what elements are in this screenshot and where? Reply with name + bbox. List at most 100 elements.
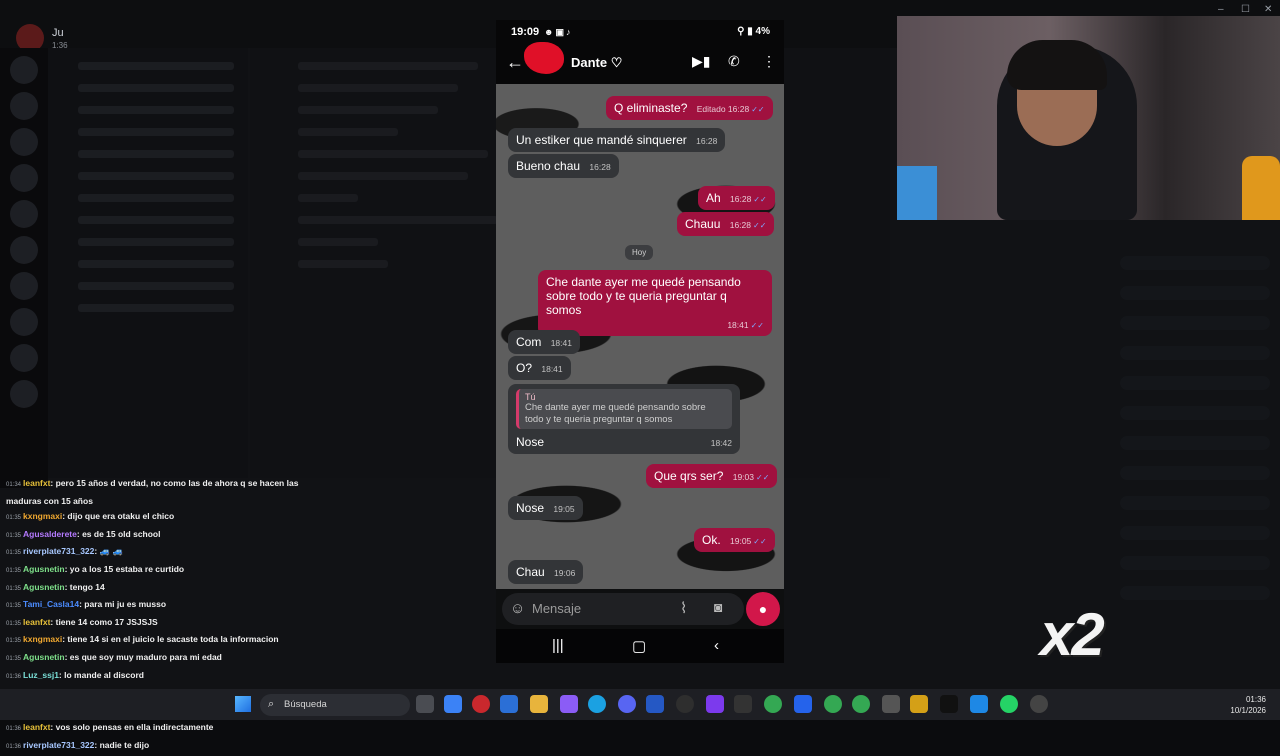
message-bubble-in[interactable]: Un estiker que mandé sinquerer 16:28 xyxy=(508,128,726,152)
chat-username[interactable]: riverplate731_322 xyxy=(23,740,94,750)
member-item[interactable] xyxy=(1120,256,1270,270)
member-item[interactable] xyxy=(1120,556,1270,570)
windows-start-icon[interactable] xyxy=(235,696,251,712)
emoji-icon[interactable]: ☺ xyxy=(510,600,525,617)
obs-icon[interactable] xyxy=(1030,695,1048,713)
channel-item[interactable] xyxy=(78,172,234,180)
app-icon[interactable] xyxy=(910,695,928,713)
minimize-icon[interactable]: – xyxy=(1218,4,1224,15)
chat-username[interactable]: kxngmaxi xyxy=(23,634,62,644)
channel-item[interactable] xyxy=(78,216,234,224)
chat-username[interactable]: leanfxt xyxy=(23,722,50,732)
app-icon[interactable] xyxy=(646,695,664,713)
chat-username[interactable]: Luz_ssj1 xyxy=(23,670,59,680)
chat-username[interactable]: leanfxt xyxy=(23,478,50,488)
server-icon[interactable] xyxy=(10,92,38,120)
back-arrow-icon[interactable]: ← xyxy=(506,52,524,73)
edge-icon[interactable] xyxy=(588,695,606,713)
more-options-icon[interactable]: ⋮ xyxy=(762,53,776,70)
notepad-icon[interactable] xyxy=(794,695,812,713)
channel-item[interactable] xyxy=(78,282,234,290)
home-icon[interactable]: ▢ xyxy=(632,637,646,655)
message-input[interactable]: ☺ Mensaje ⌇ ◙ xyxy=(502,593,744,625)
channel-item[interactable] xyxy=(78,128,234,136)
member-item[interactable] xyxy=(1120,286,1270,300)
message-bubble-out[interactable]: Ok. 19:05 ✓✓ xyxy=(694,528,775,552)
member-item[interactable] xyxy=(1120,466,1270,480)
message-bubble-in[interactable]: O? 18:41 xyxy=(508,356,571,380)
server-icon[interactable] xyxy=(10,272,38,300)
channel-item[interactable] xyxy=(78,194,234,202)
contact-avatar[interactable] xyxy=(524,42,564,74)
chat-username[interactable]: kxngmaxi xyxy=(23,511,62,521)
capcut-icon[interactable] xyxy=(676,695,694,713)
video-call-icon[interactable]: ▶︎▮ xyxy=(692,53,710,70)
opera-icon[interactable] xyxy=(472,695,490,713)
chrome-icon[interactable] xyxy=(764,695,782,713)
chat-username[interactable]: Agusnetin xyxy=(23,564,65,574)
server-icon[interactable] xyxy=(10,128,38,156)
server-icon[interactable] xyxy=(10,200,38,228)
file-explorer-icon[interactable] xyxy=(530,695,548,713)
message-bubble-in[interactable]: Com 18:41 xyxy=(508,330,580,354)
message-bubble-in[interactable]: Bueno chau 16:28 xyxy=(508,154,619,178)
app-icon[interactable] xyxy=(706,695,724,713)
contact-name[interactable]: Dante ♡ xyxy=(571,55,622,71)
channel-item[interactable] xyxy=(78,150,234,158)
member-item[interactable] xyxy=(1120,406,1270,420)
chat-username[interactable]: leanfxt xyxy=(23,617,50,627)
copilot-icon[interactable] xyxy=(444,695,462,713)
back-nav-icon[interactable]: ‹ xyxy=(714,637,719,654)
channel-item[interactable] xyxy=(78,260,234,268)
whatsapp-icon[interactable] xyxy=(1000,695,1018,713)
chat-username[interactable]: Tami_Casla14 xyxy=(23,599,79,609)
message-bubble-in[interactable]: Chau 19:06 xyxy=(508,560,584,584)
terminal-icon[interactable] xyxy=(734,695,752,713)
settings-icon[interactable] xyxy=(882,695,900,713)
message-bubble-out[interactable]: Q eliminaste? Editado 16:28 ✓✓ xyxy=(606,96,773,120)
task-view-icon[interactable] xyxy=(416,695,434,713)
server-icon[interactable] xyxy=(10,308,38,336)
message-bubble-out[interactable]: Que qrs ser? 19:03 ✓✓ xyxy=(646,464,778,488)
app-icon[interactable] xyxy=(560,695,578,713)
message-bubble-out[interactable]: Chauu 16:28 ✓✓ xyxy=(677,212,775,236)
chat-username[interactable]: riverplate731_322 xyxy=(23,546,94,556)
message-bubble-in-reply[interactable]: Tú Che dante ayer me quedé pensando sobr… xyxy=(508,384,740,454)
phone-call-icon[interactable]: ✆ xyxy=(728,53,740,70)
message-bubble-in[interactable]: Nose 19:05 xyxy=(508,496,583,520)
channel-item[interactable] xyxy=(78,106,234,114)
capcut-icon[interactable] xyxy=(940,695,958,713)
camera-icon[interactable]: ◙ xyxy=(714,599,722,615)
discord-icon[interactable] xyxy=(618,695,636,713)
member-item[interactable] xyxy=(1120,376,1270,390)
chat-username[interactable]: Agusnetin xyxy=(23,582,65,592)
chrome-icon[interactable] xyxy=(852,695,870,713)
server-icon[interactable] xyxy=(10,164,38,192)
taskbar-search[interactable]: ⌕ Búsqueda xyxy=(260,694,410,716)
server-icon[interactable] xyxy=(10,344,38,372)
server-icon[interactable] xyxy=(10,56,38,84)
channel-item[interactable] xyxy=(78,62,234,70)
store-icon[interactable] xyxy=(500,695,518,713)
maximize-icon[interactable]: ☐ xyxy=(1241,4,1250,15)
chat-username[interactable]: Agusalderete xyxy=(23,529,77,539)
attach-icon[interactable]: ⌇ xyxy=(680,599,687,617)
quoted-reply[interactable]: Tú Che dante ayer me quedé pensando sobr… xyxy=(516,389,732,429)
member-item[interactable] xyxy=(1120,526,1270,540)
microphone-button[interactable]: ● xyxy=(746,592,780,626)
chrome-icon[interactable] xyxy=(824,695,842,713)
app-icon[interactable] xyxy=(970,695,988,713)
server-icon[interactable] xyxy=(10,236,38,264)
chat-username[interactable]: Agusnetin xyxy=(23,652,65,662)
recent-apps-icon[interactable]: ||| xyxy=(552,637,564,654)
member-item[interactable] xyxy=(1120,316,1270,330)
member-item[interactable] xyxy=(1120,436,1270,450)
system-clock[interactable]: 01:36 10/1/2026 xyxy=(1226,694,1266,716)
channel-item[interactable] xyxy=(78,84,234,92)
member-item[interactable] xyxy=(1120,586,1270,600)
channel-item[interactable] xyxy=(78,304,234,312)
message-bubble-out[interactable]: Ah 16:28 ✓✓ xyxy=(698,186,775,210)
message-bubble-out[interactable]: Che dante ayer me quedé pensando sobre t… xyxy=(538,270,772,336)
close-icon[interactable]: ✕ xyxy=(1264,4,1272,15)
channel-item[interactable] xyxy=(78,238,234,246)
